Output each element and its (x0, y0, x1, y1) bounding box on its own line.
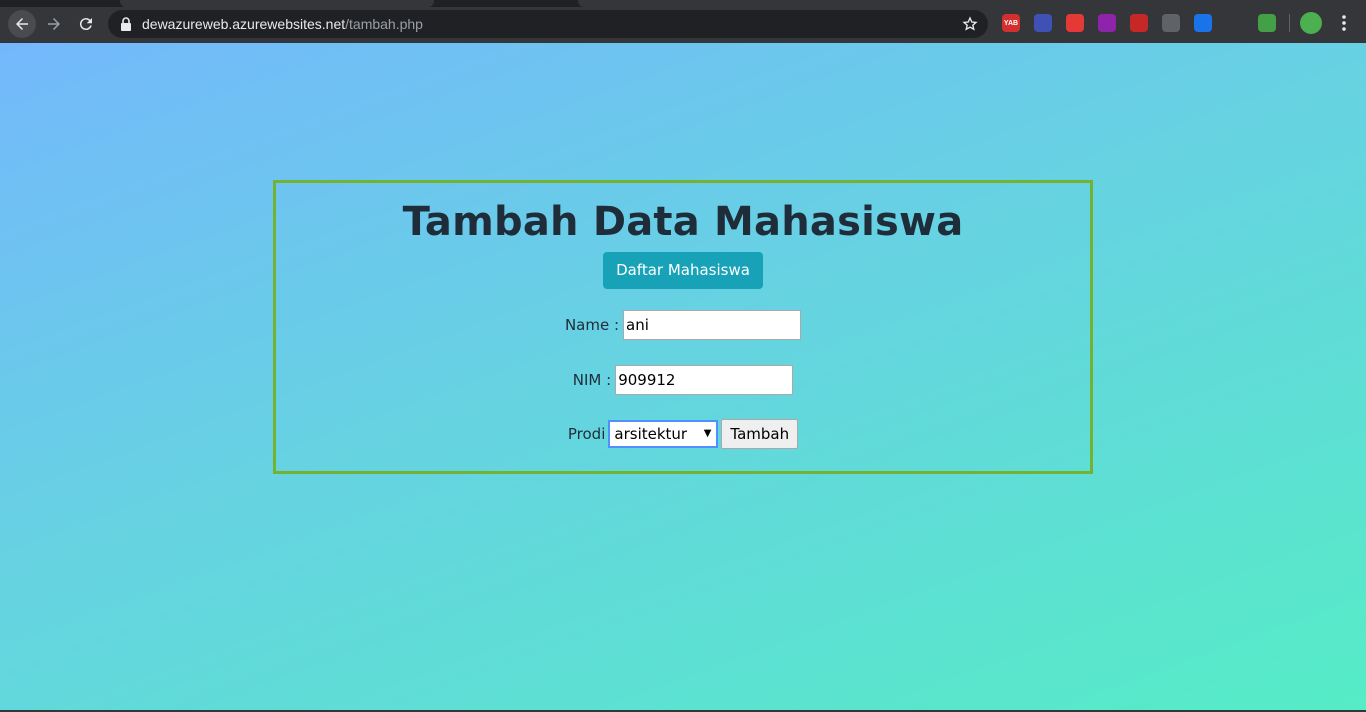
toolbar-separator (1289, 14, 1290, 32)
back-button[interactable] (8, 10, 36, 38)
url-host: dewazureweb.azurewebsites.net (142, 16, 346, 32)
address-bar[interactable]: dewazureweb.azurewebsites.net/tambah.php (108, 10, 988, 38)
prodi-select[interactable]: arsitektur ▼ (608, 420, 719, 448)
reload-button[interactable] (72, 10, 100, 38)
translate-ext-icon[interactable] (1194, 14, 1212, 32)
nim-label: NIM : (572, 371, 612, 389)
dropdown-arrow-icon: ▼ (703, 428, 712, 439)
profile-avatar[interactable] (1300, 12, 1322, 34)
yab-icon[interactable]: YAB (1002, 14, 1020, 32)
form-panel: Tambah Data Mahasiswa Daftar Mahasiswa N… (273, 180, 1093, 474)
name-row: Name : (276, 310, 1090, 340)
prodi-label: Prodi (567, 425, 606, 443)
instagram-ext-icon[interactable] (1098, 14, 1116, 32)
tab-active[interactable] (120, 0, 434, 7)
page-title: Tambah Data Mahasiswa (402, 199, 964, 245)
name-input[interactable] (623, 310, 802, 340)
page-content: Tambah Data Mahasiswa Daftar Mahasiswa N… (0, 43, 1366, 710)
shield-ext-icon[interactable] (1066, 14, 1084, 32)
circle-ext-icon[interactable] (1034, 14, 1052, 32)
nim-row: NIM : (276, 365, 1090, 395)
lock-icon (121, 17, 131, 31)
leaf-ext-icon[interactable] (1258, 14, 1276, 32)
url-path: /tambah.php (345, 16, 423, 32)
tab-inactive[interactable] (578, 0, 1366, 7)
nim-input[interactable] (615, 365, 794, 395)
name-label: Name : (564, 316, 620, 334)
arrow-right-icon (48, 18, 60, 30)
prodi-row: Prodi arsitektur ▼ Tambah (276, 419, 1090, 449)
glasses-ext-icon[interactable] (1162, 14, 1180, 32)
reload-icon (79, 18, 92, 31)
react-ext-icon[interactable] (1226, 14, 1244, 32)
url-text[interactable]: dewazureweb.azurewebsites.net/tambah.php (142, 16, 423, 32)
forward-button[interactable] (40, 10, 68, 38)
browser-toolbar: dewazureweb.azurewebsites.net/tambah.php… (0, 0, 1366, 43)
tambah-button[interactable]: Tambah (721, 419, 799, 449)
daftar-mahasiswa-button[interactable]: Daftar Mahasiswa (603, 252, 763, 289)
more-menu-icon[interactable] (1336, 14, 1352, 32)
prodi-selected-value: arsitektur (614, 425, 688, 443)
fast-forward-ext-icon[interactable] (1130, 14, 1148, 32)
arrow-left-icon (16, 18, 28, 30)
bookmark-star-icon[interactable] (962, 16, 978, 32)
tab-strip (0, 0, 1366, 7)
